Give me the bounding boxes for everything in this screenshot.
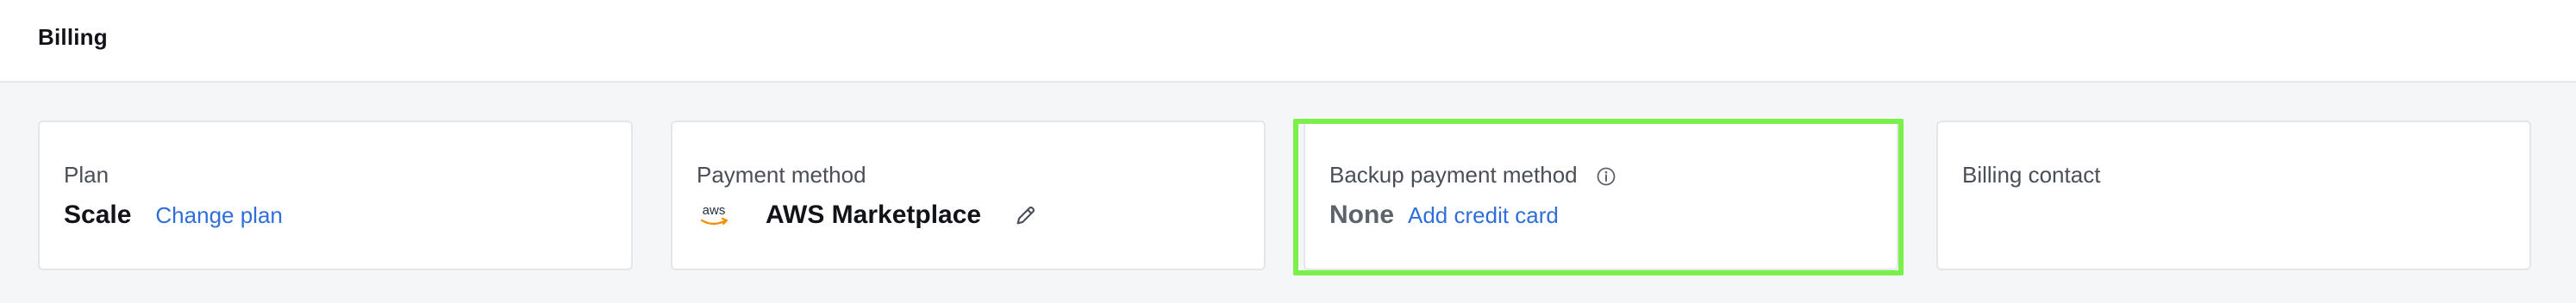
payment-method-value: AWS Marketplace [766, 201, 982, 229]
plan-value: Scale [64, 201, 132, 229]
backup-payment-method-label: Backup payment method [1329, 162, 1578, 188]
backup-payment-method-value: None [1329, 201, 1394, 229]
add-credit-card-link[interactable]: Add credit card [1408, 202, 1559, 229]
aws-logo-icon: aws [700, 203, 728, 226]
billing-contact-card: Billing contact [1936, 121, 2531, 270]
info-icon[interactable] [1596, 166, 1616, 187]
payment-method-value-row: aws AWS Marketplace [697, 198, 1038, 232]
payment-method-card: Payment method aws AWS Marketplace [671, 121, 1266, 270]
pencil-icon[interactable] [1014, 203, 1038, 227]
plan-value-row: Scale Change plan [64, 198, 283, 232]
backup-payment-method-card: Backup payment method None Add credit ca… [1304, 121, 1898, 270]
payment-method-label: Payment method [697, 162, 866, 188]
plan-card: Plan Scale Change plan [38, 121, 633, 270]
page-title: Billing [38, 24, 108, 50]
svg-text:aws: aws [703, 203, 726, 218]
page-header: Billing [0, 0, 2576, 83]
billing-contact-label: Billing contact [1962, 162, 2101, 188]
backup-payment-method-label-row: Backup payment method [1329, 162, 1616, 189]
change-plan-link[interactable]: Change plan [155, 202, 282, 229]
backup-payment-method-value-row: None Add credit card [1329, 198, 1559, 232]
plan-label: Plan [64, 162, 109, 188]
